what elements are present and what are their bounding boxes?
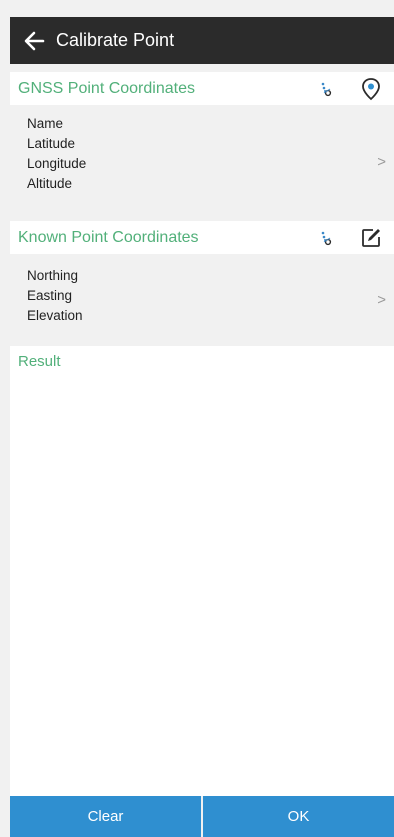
chevron-right-icon: >: [377, 153, 386, 170]
ok-button[interactable]: OK: [203, 796, 394, 837]
clear-button[interactable]: Clear: [10, 796, 201, 837]
result-title: Result: [18, 353, 61, 370]
page-title: Calibrate Point: [56, 30, 175, 50]
app-bar: Calibrate Point: [10, 17, 394, 64]
gnss-coordinates-row[interactable]: Name Latitude Longitude Altitude >: [10, 112, 394, 211]
bottom-action-bar: Clear OK: [10, 796, 394, 837]
gnss-survey-point-button[interactable]: [311, 72, 341, 105]
location-pin-icon: [362, 77, 380, 100]
gnss-field-altitude: Altitude: [27, 176, 73, 191]
gnss-location-button[interactable]: [356, 72, 386, 105]
back-arrow-icon: [24, 31, 45, 50]
calibrate-point-screen: Calibrate Point GNSS Point Coordinates N…: [0, 0, 394, 837]
known-field-northing: Northing: [27, 268, 79, 283]
result-panel: Result: [10, 346, 394, 796]
known-section-title: Known Point Coordinates: [18, 228, 199, 246]
known-edit-button[interactable]: [356, 221, 386, 254]
known-field-elevation: Elevation: [27, 308, 83, 323]
known-coordinates-row[interactable]: Northing Easting Elevation >: [10, 262, 394, 338]
known-survey-point-button[interactable]: [311, 221, 341, 254]
edit-icon: [362, 228, 380, 247]
chevron-right-icon: >: [377, 291, 386, 309]
gnss-field-longitude: Longitude: [27, 156, 87, 171]
survey-point-icon: [321, 231, 332, 245]
gnss-section-title: GNSS Point Coordinates: [18, 79, 195, 97]
known-field-easting: Easting: [27, 288, 73, 303]
gnss-field-latitude: Latitude: [27, 136, 76, 151]
back-button[interactable]: [10, 17, 58, 64]
gnss-field-name: Name: [27, 116, 64, 131]
known-section-header: Known Point Coordinates: [10, 221, 394, 254]
survey-point-icon: [321, 82, 332, 96]
gnss-section-header: GNSS Point Coordinates: [10, 72, 394, 105]
